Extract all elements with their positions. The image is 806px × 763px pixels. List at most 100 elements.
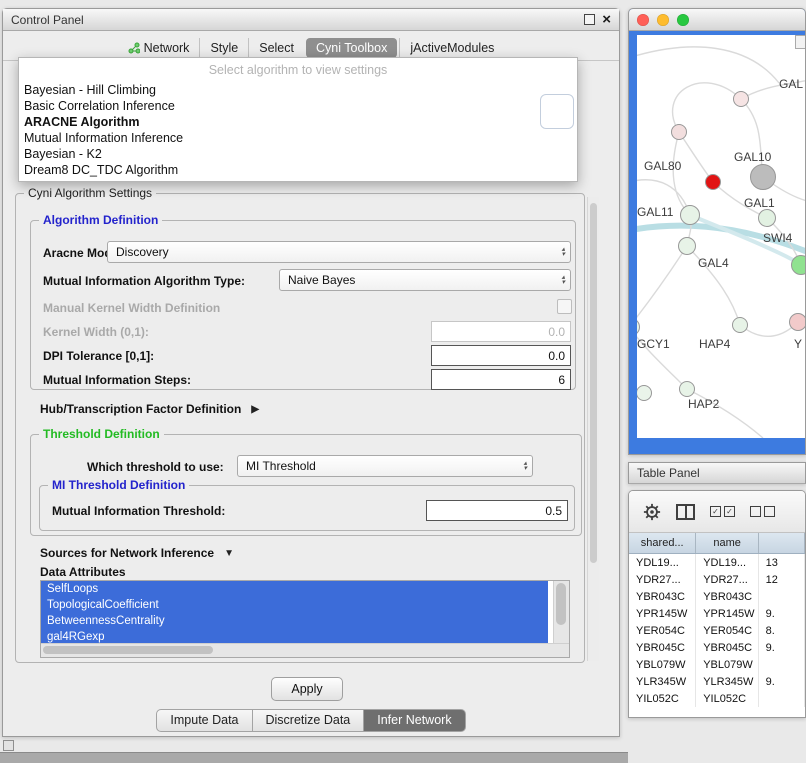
table-cell: 8. (759, 622, 805, 639)
sources-expander[interactable]: Sources for Network Inference ▼ (40, 546, 234, 560)
network-node[interactable] (678, 237, 696, 255)
column-header-shared[interactable]: shared... (629, 533, 696, 553)
table-cell: 9. (759, 639, 805, 656)
algorithm-combobox-placeholder[interactable]: Select algorithm to view settings (19, 58, 577, 82)
table-panel-titlebar: Table Panel (628, 462, 806, 484)
network-node[interactable] (758, 209, 776, 227)
which-threshold-value: MI Threshold (246, 459, 316, 473)
network-node[interactable] (732, 317, 748, 333)
table-row[interactable]: YBR045CYBR045C9. (629, 639, 805, 656)
aracne-mode-value: Discovery (116, 245, 169, 259)
apply-button[interactable]: Apply (271, 677, 343, 701)
network-node-label: GCY1 (637, 337, 670, 351)
table-row[interactable]: YLR345WYLR345W9. (629, 673, 805, 690)
tab-style[interactable]: Style (199, 38, 248, 58)
table-toolbar: ✓ ✓ (629, 491, 805, 533)
network-node[interactable] (671, 124, 687, 140)
table-body: YDL19...YDL19...13YDR27...YDR27...12YBR0… (629, 554, 805, 707)
table-row[interactable]: YDL19...YDL19...13 (629, 554, 805, 571)
algorithm-option-dream8-dc-tdc-algorithm[interactable]: Dream8 DC_TDC Algorithm (19, 162, 577, 178)
table-header-row: shared...name (629, 533, 805, 554)
aracne-mode-combobox[interactable]: Discovery ▴▾ (107, 241, 571, 263)
algorithm-option-bayesian-hill-climbing[interactable]: Bayesian - Hill Climbing (19, 82, 577, 98)
bottom-tab-discretize-data[interactable]: Discretize Data (253, 709, 365, 732)
algorithm-option-mutual-information-inference[interactable]: Mutual Information Inference (19, 130, 577, 146)
attribute-list-vertical-scrollbar[interactable] (553, 581, 569, 644)
close-traffic-light-icon[interactable] (637, 14, 649, 26)
minimize-traffic-light-icon[interactable] (657, 14, 669, 26)
traffic-lights (637, 14, 689, 26)
kernel-width-input: 0.0 (431, 321, 571, 342)
table-cell: YER054C (629, 622, 696, 639)
manual-kernel-checkbox (557, 299, 572, 314)
algorithm-option-bayesian-k2[interactable]: Bayesian - K2 (19, 146, 577, 162)
tab-network[interactable]: Network (118, 38, 200, 58)
show-columns-icon[interactable] (676, 504, 695, 520)
mi-threshold-definition-group: MI Threshold Definition Mutual Informati… (39, 485, 575, 531)
table-row[interactable]: YIL052CYIL052C (629, 690, 805, 707)
select-all-checks-icon[interactable]: ✓ ✓ (710, 506, 735, 517)
hub-definition-label: Hub/Transcription Factor Definition (40, 402, 241, 416)
mi-type-value: Naive Bayes (288, 273, 355, 287)
table-cell: 12 (759, 571, 805, 588)
mi-threshold-input[interactable]: 0.5 (426, 500, 568, 521)
table-cell: YDR27... (696, 571, 758, 588)
attribute-topologicalcoefficient[interactable]: TopologicalCoefficient (41, 597, 548, 613)
network-node[interactable] (789, 313, 806, 331)
network-view-window: GAL80GAL10GAL11GAL1SWI4GAL4GCY1HAP4HAP2G… (628, 8, 806, 455)
mi-type-combobox[interactable]: Naive Bayes ▴▾ (279, 269, 571, 291)
table-cell: YER054C (696, 622, 758, 639)
collapse-down-icon[interactable]: ▼ (224, 548, 234, 559)
table-cell: YIL052C (696, 690, 758, 707)
close-icon[interactable]: × (602, 13, 611, 27)
network-node[interactable] (791, 255, 806, 275)
network-canvas[interactable]: GAL80GAL10GAL11GAL1SWI4GAL4GCY1HAP4HAP2G… (637, 35, 806, 438)
algorithm-definition-title: Algorithm Definition (39, 213, 162, 227)
network-scrollbar-button[interactable] (795, 35, 806, 49)
algorithm-option-basic-correlation-inference[interactable]: Basic Correlation Inference (19, 98, 577, 114)
dpi-tolerance-input[interactable]: 0.0 (431, 345, 571, 366)
table-cell: YPR145W (696, 605, 758, 622)
table-cell: YBL079W (629, 656, 696, 673)
table-row[interactable]: YBR043CYBR043C (629, 588, 805, 605)
column-header-col3[interactable] (759, 533, 805, 553)
network-node[interactable] (733, 91, 749, 107)
collapsed-panel-icon[interactable] (3, 740, 14, 751)
data-attributes-list: SelfLoopsTopologicalCoefficientBetweenne… (40, 580, 570, 658)
network-node[interactable] (750, 164, 776, 190)
mi-steps-input[interactable]: 6 (431, 369, 571, 390)
deselect-all-checks-icon[interactable] (750, 506, 775, 517)
expand-right-icon[interactable]: ▶ (251, 404, 259, 415)
network-node[interactable] (679, 381, 695, 397)
algorithm-option-aracne-algorithm[interactable]: ARACNE Algorithm (19, 114, 577, 130)
table-row[interactable]: YDR27...YDR27...12 (629, 571, 805, 588)
tab-select[interactable]: Select (248, 38, 304, 58)
gear-icon[interactable] (643, 503, 661, 521)
table-cell (759, 588, 805, 605)
column-header-name[interactable]: name (696, 533, 759, 553)
network-node-label: GAL11 (637, 205, 673, 219)
table-row[interactable]: YBL079WYBL079W (629, 656, 805, 673)
attribute-rows: SelfLoopsTopologicalCoefficientBetweenne… (41, 581, 569, 645)
table-panel-title: Table Panel (637, 466, 700, 480)
bottom-tab-infer-network[interactable]: Infer Network (364, 709, 465, 732)
tab-cyni-toolbox[interactable]: Cyni Toolbox (306, 38, 397, 58)
network-node[interactable] (680, 205, 700, 225)
table-cell: YIL052C (629, 690, 696, 707)
network-node-label: GAL4 (698, 256, 729, 270)
zoom-traffic-light-icon[interactable] (677, 14, 689, 26)
network-node-label: GAL1 (744, 196, 775, 210)
attribute-betweennesscentrality[interactable]: BetweennessCentrality (41, 613, 548, 629)
table-row[interactable]: YER054CYER054C8. (629, 622, 805, 639)
algorithm-settings-button[interactable] (540, 94, 574, 129)
which-threshold-combobox[interactable]: MI Threshold ▴▾ (237, 455, 533, 477)
hub-definition-expander[interactable]: Hub/Transcription Factor Definition ▶ (40, 402, 259, 416)
tab-jactivemodules[interactable]: jActiveModules (399, 38, 504, 58)
network-node[interactable] (705, 174, 721, 190)
attribute-selfloops[interactable]: SelfLoops (41, 581, 548, 597)
table-row[interactable]: YPR145WYPR145W9. (629, 605, 805, 622)
settings-vertical-scrollbar[interactable] (587, 197, 599, 661)
bottom-tab-impute-data[interactable]: Impute Data (156, 709, 252, 732)
attribute-list-horizontal-scrollbar[interactable] (41, 643, 569, 657)
float-window-icon[interactable] (584, 14, 595, 25)
